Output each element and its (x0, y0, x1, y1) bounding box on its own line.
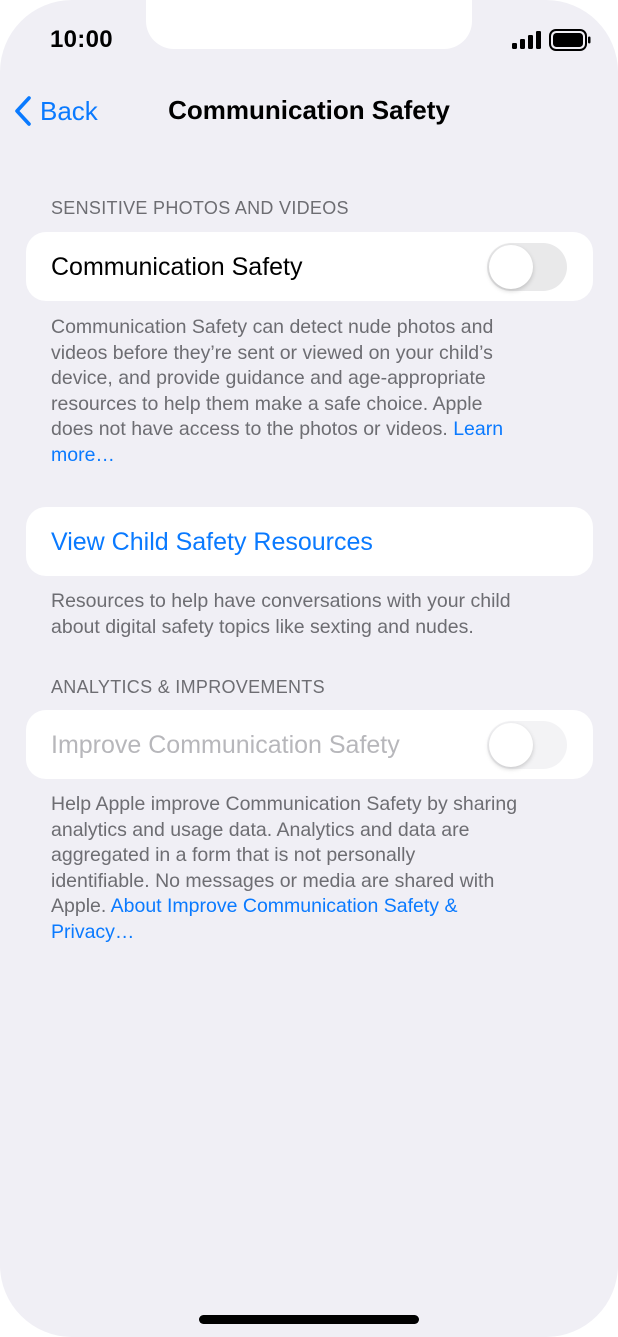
cellular-signal-icon (512, 31, 541, 49)
footer-line: aggregated in a form that is not persona… (51, 844, 416, 866)
about-privacy-link-continued[interactable]: Privacy… (51, 921, 134, 943)
toggle-knob (489, 245, 533, 289)
communication-safety-footer: Communication Safety can detect nude pho… (51, 315, 571, 468)
communication-safety-row: Communication Safety (26, 232, 593, 301)
section-header-sensitive: SENSITIVE PHOTOS AND VIDEOS (51, 198, 349, 218)
improve-communication-safety-row: Improve Communication Safety (26, 710, 593, 779)
status-time: 10:00 (50, 26, 113, 53)
footer-line: resources to help them make a safe choic… (51, 392, 483, 415)
footer-line: does not have access to the photos or vi… (51, 417, 571, 443)
chevron-left-icon (15, 96, 31, 126)
communication-safety-toggle[interactable] (487, 243, 567, 291)
learn-more-link[interactable]: Learn (453, 418, 503, 440)
toggle-knob (489, 723, 533, 767)
footer-line: videos before they’re sent or viewed on … (51, 341, 493, 364)
footer-text: does not have access to the photos or vi… (51, 418, 448, 440)
navigation-bar: Communication Safety Back (0, 88, 618, 134)
footer-text: Apple. (51, 895, 107, 917)
footer-line: Apple. About Improve Communication Safet… (51, 894, 571, 920)
footer-line: more… (51, 443, 571, 469)
improve-communication-safety-toggle[interactable] (487, 721, 567, 769)
analytics-footer: Help Apple improve Communication Safety … (51, 792, 571, 945)
view-child-safety-resources-link[interactable]: View Child Safety Resources (51, 528, 373, 557)
learn-more-link-continued[interactable]: more… (51, 444, 115, 466)
back-button[interactable]: Back (12, 92, 98, 130)
footer-line: identifiable. No messages or media are s… (51, 869, 495, 892)
footer-line: Resources to help have conversations wit… (51, 590, 511, 612)
footer-line: Privacy… (51, 920, 571, 946)
communication-safety-label: Communication Safety (51, 253, 303, 281)
battery-icon (549, 29, 591, 51)
about-privacy-link[interactable]: About Improve Communication Safety & (111, 895, 458, 917)
footer-line: Communication Safety can detect nude pho… (51, 316, 494, 338)
footer-line: about digital safety topics like sexting… (51, 615, 474, 638)
section-header-analytics: ANALYTICS & IMPROVEMENTS (51, 677, 325, 697)
back-button-label: Back (40, 95, 98, 126)
footer-line: device, and provide guidance and age-app… (51, 367, 486, 389)
settings-screen: 10:00 Communication Safety Back SENSITIV… (0, 0, 618, 1337)
improve-communication-safety-label: Improve Communication Safety (51, 731, 400, 759)
resources-footer: Resources to help have conversations wit… (51, 589, 571, 640)
footer-line: analytics and usage data. Analytics and … (51, 818, 470, 841)
device-notch (146, 0, 472, 49)
home-indicator (199, 1315, 419, 1324)
footer-line: Help Apple improve Communication Safety … (51, 793, 518, 815)
child-safety-resources-row[interactable]: View Child Safety Resources (26, 507, 593, 576)
